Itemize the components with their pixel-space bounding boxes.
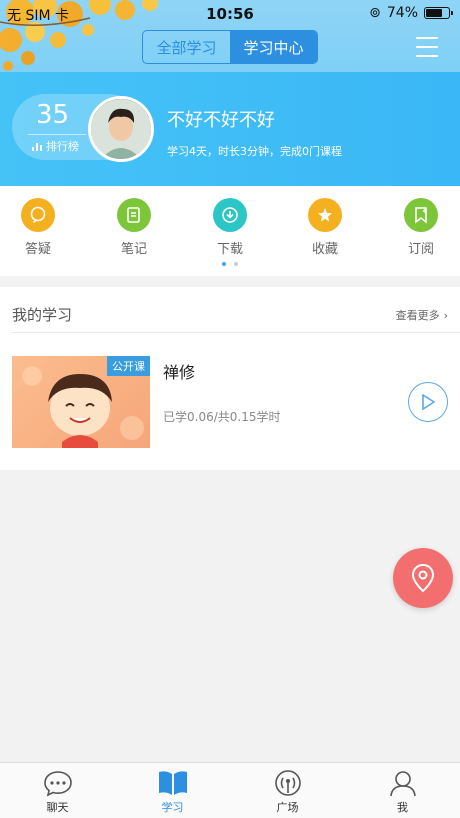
chevron-right-icon: › <box>443 308 448 322</box>
top-bar: 无 SIM 卡 10:56 ⊚ 74% 全部学习 学习中心 <box>0 0 460 72</box>
book-icon <box>158 771 187 795</box>
bookmark-icon <box>404 198 438 232</box>
quick-action-label: 下载 <box>216 242 243 257</box>
quick-action-notes[interactable]: 笔记 <box>104 198 164 257</box>
quick-action-download[interactable]: 下载 <box>200 198 260 257</box>
quick-action-label: 笔记 <box>120 242 147 257</box>
battery-percent: 74% <box>386 5 418 21</box>
tab-chat[interactable]: 聊天 <box>0 763 115 818</box>
quick-action-label: 收藏 <box>311 242 338 257</box>
note-icon <box>117 198 151 232</box>
view-more-link[interactable]: 查看更多 › <box>396 307 448 323</box>
divider <box>12 332 460 333</box>
leaderboard-label: 排行榜 <box>46 140 79 153</box>
rank-divider <box>28 134 86 135</box>
tab-learning-center[interactable]: 学习中心 <box>230 31 317 63</box>
bar-chart-icon <box>32 143 42 151</box>
avatar-portrait <box>91 99 151 159</box>
play-button[interactable] <box>408 382 448 422</box>
tab-label: 聊天 <box>46 801 69 814</box>
page-dot-active <box>222 262 226 266</box>
quick-action-favorites[interactable]: 收藏 <box>295 198 355 257</box>
my-learning-section: 我的学习 查看更多 › 公开课 禅修 已学0.06/共0.15学时 <box>0 287 460 470</box>
learning-segment-control: 全部学习 学习中心 <box>142 30 318 64</box>
hamburger-menu-icon[interactable] <box>416 37 438 57</box>
tab-learning[interactable]: 学习 <box>115 763 230 818</box>
quick-action-subscribe[interactable]: 订阅 <box>391 198 451 257</box>
tab-all-learning[interactable]: 全部学习 <box>143 31 230 63</box>
course-title[interactable]: 禅修 <box>163 359 195 383</box>
play-icon <box>422 394 435 410</box>
star-icon <box>308 198 342 232</box>
public-course-badge: 公开课 <box>107 356 150 376</box>
rank-number: 35 <box>36 100 70 130</box>
status-bar: 无 SIM 卡 10:56 ⊚ 74% <box>0 3 460 24</box>
orientation-lock-icon: ⊚ <box>369 5 381 21</box>
page-dot <box>234 262 238 266</box>
location-button[interactable] <box>393 548 453 608</box>
view-more-label: 查看更多 <box>395 309 440 322</box>
tab-label: 广场 <box>276 801 299 814</box>
leaderboard-link[interactable]: 排行榜 <box>32 138 79 154</box>
username: 不好不好不好 <box>167 110 275 131</box>
page-indicator <box>0 262 460 266</box>
section-title: 我的学习 <box>12 306 73 324</box>
avatar[interactable] <box>88 96 154 162</box>
person-icon <box>389 771 416 797</box>
bottom-tab-bar: 聊天 学习 广场 我 <box>0 762 460 818</box>
tab-label: 学习 <box>161 801 184 814</box>
course-thumbnail[interactable]: 公开课 <box>12 356 150 448</box>
quick-action-label: 订阅 <box>407 242 434 257</box>
battery-icon <box>424 7 453 19</box>
chat-bubble-icon <box>21 198 55 232</box>
quick-action-qa[interactable]: 答疑 <box>8 198 68 257</box>
location-pin-icon <box>411 563 435 593</box>
download-icon <box>213 198 247 232</box>
broadcast-icon <box>274 770 301 796</box>
learning-stats: 学习4天，时长3分钟，完成0门课程 <box>167 145 342 158</box>
course-progress: 已学0.06/共0.15学时 <box>163 410 281 424</box>
tab-me[interactable]: 我 <box>345 763 460 818</box>
quick-action-label: 答疑 <box>24 242 51 257</box>
tab-label: 我 <box>397 801 408 814</box>
chat-icon <box>43 771 72 797</box>
tab-square[interactable]: 广场 <box>230 763 345 818</box>
